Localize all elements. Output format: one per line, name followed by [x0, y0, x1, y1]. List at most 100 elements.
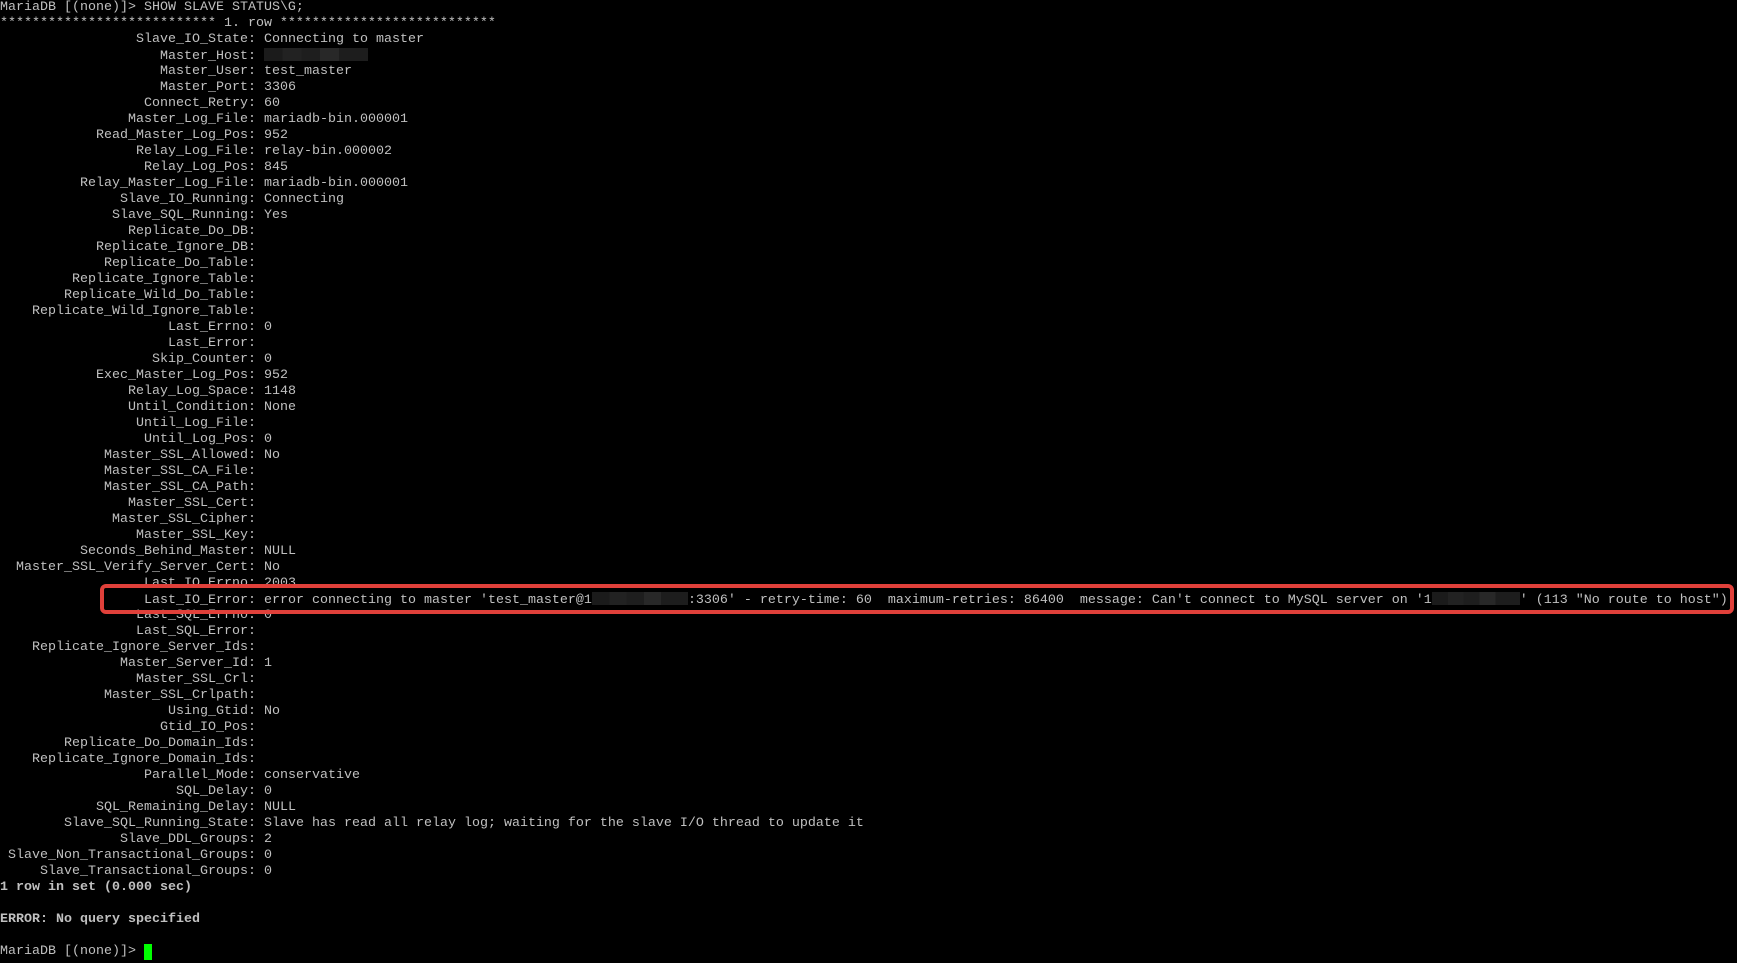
- status-field-row: Exec_Master_Log_Pos: 952: [0, 368, 1737, 384]
- status-field-row: Master_SSL_Key:: [0, 528, 1737, 544]
- field-label: Using_Gtid:: [168, 704, 256, 719]
- field-label: Exec_Master_Log_Pos:: [96, 368, 256, 383]
- status-field-row: Replicate_Ignore_Table:: [0, 272, 1737, 288]
- status-field-row: Skip_Counter: 0: [0, 352, 1737, 368]
- status-field-row: Master_Port: 3306: [0, 80, 1737, 96]
- status-field-row: Gtid_IO_Pos:: [0, 720, 1737, 736]
- status-field-row: Relay_Log_File: relay-bin.000002: [0, 144, 1737, 160]
- terminal-window[interactable]: MariaDB [(none)]> SHOW SLAVE STATUS\G; *…: [0, 0, 1737, 963]
- field-label: Master_SSL_Allowed:: [104, 448, 256, 463]
- field-value: No: [264, 560, 280, 575]
- status-field-row: Master_SSL_Cert:: [0, 496, 1737, 512]
- field-value: test_master: [264, 64, 352, 79]
- input-prompt-line[interactable]: MariaDB [(none)]>: [0, 944, 1737, 960]
- status-field-row: Replicate_Do_Table:: [0, 256, 1737, 272]
- field-value: 0: [264, 320, 272, 335]
- status-field-row: Master_Server_Id: 1: [0, 656, 1737, 672]
- command-text: SHOW SLAVE STATUS\G;: [143, 0, 304, 15]
- field-label: Last_Errno:: [168, 320, 256, 335]
- status-field-row: Last_IO_Errno: 2003: [0, 576, 1737, 592]
- status-field-row: Parallel_Mode: conservative: [0, 768, 1737, 784]
- field-label: Last_Error:: [168, 336, 256, 351]
- field-label: Replicate_Ignore_DB:: [96, 240, 256, 255]
- field-label: Replicate_Ignore_Server_Ids:: [32, 640, 256, 655]
- command-line: MariaDB [(none)]> SHOW SLAVE STATUS\G;: [0, 0, 1737, 16]
- field-label: Slave_SQL_Running:: [112, 208, 256, 223]
- status-field-row: Master_SSL_CA_File:: [0, 464, 1737, 480]
- status-field-row: Replicate_Ignore_Server_Ids:: [0, 640, 1737, 656]
- field-value: Connecting: [264, 192, 344, 207]
- field-label: Skip_Counter:: [152, 352, 256, 367]
- field-label: Slave_IO_Running:: [120, 192, 256, 207]
- status-field-row: Master_SSL_Crl:: [0, 672, 1737, 688]
- field-label: Master_Port:: [160, 80, 256, 95]
- field-value: NULL: [264, 800, 296, 815]
- field-value: 60: [264, 96, 280, 111]
- status-field-row: Replicate_Ignore_DB:: [0, 240, 1737, 256]
- prompt: MariaDB [(none)]>: [0, 0, 144, 15]
- field-label: Slave_IO_State:: [136, 32, 256, 47]
- field-label: Last_SQL_Errno:: [136, 608, 256, 623]
- field-label: Relay_Log_File:: [136, 144, 256, 159]
- field-label: Until_Condition:: [128, 400, 256, 415]
- field-label: Replicate_Wild_Do_Table:: [64, 288, 256, 303]
- field-label: Master_User:: [160, 64, 256, 79]
- field-value: conservative: [264, 768, 360, 783]
- status-field-row: Slave_Non_Transactional_Groups: 0: [0, 848, 1737, 864]
- status-field-row: Slave_SQL_Running: Yes: [0, 208, 1737, 224]
- field-value: mariadb-bin.000001: [264, 112, 408, 127]
- field-label: Slave_SQL_Running_State:: [64, 816, 256, 831]
- field-value: 0: [264, 352, 272, 367]
- field-label: Parallel_Mode:: [144, 768, 256, 783]
- field-last-io-error: Last_IO_Error: error connecting to maste…: [0, 592, 1737, 608]
- status-field-row: Last_Errno: 0: [0, 320, 1737, 336]
- status-field-row: Until_Log_Pos: 0: [0, 432, 1737, 448]
- field-value: 2003: [264, 576, 296, 591]
- redacted-ip-block: [591, 592, 688, 605]
- field-value: 1: [264, 656, 272, 671]
- status-field-row: Slave_SQL_Running_State: Slave has read …: [0, 816, 1737, 832]
- field-label: Relay_Log_Space:: [128, 384, 256, 399]
- field-label: Master_Log_File:: [128, 112, 256, 127]
- field-value: 0: [264, 864, 272, 879]
- field-label: Master_Host:: [160, 49, 256, 64]
- result-summary: 1 row in set (0.000 sec): [0, 880, 192, 895]
- status-field-row: Connect_Retry: 60: [0, 96, 1737, 112]
- status-field-row: Replicate_Wild_Do_Table:: [0, 288, 1737, 304]
- field-label: Replicate_Do_Table:: [104, 256, 256, 271]
- field-value: None: [264, 400, 296, 415]
- field-value: Yes: [264, 208, 288, 223]
- status-field-row: Read_Master_Log_Pos: 952: [0, 128, 1737, 144]
- status-field-row: Relay_Log_Pos: 845: [0, 160, 1737, 176]
- status-field-row: SQL_Remaining_Delay: NULL: [0, 800, 1737, 816]
- field-value: 0: [264, 608, 272, 623]
- field-value: relay-bin.000002: [264, 144, 392, 159]
- field-label: Master_SSL_Crlpath:: [104, 688, 256, 703]
- status-field-row: Last_SQL_Errno: 0: [0, 608, 1737, 624]
- field-value: 845: [264, 160, 288, 175]
- status-field-row: Slave_DDL_Groups: 2: [0, 832, 1737, 848]
- field-label: Slave_DDL_Groups:: [120, 832, 256, 847]
- error-text-part1: error connecting to master 'test_master@…: [264, 593, 592, 608]
- field-label: Last_SQL_Error:: [136, 624, 256, 639]
- field-value: 0: [264, 432, 272, 447]
- status-field-row: Last_Error:: [0, 336, 1737, 352]
- status-field-row: Relay_Log_Space: 1148: [0, 384, 1737, 400]
- field-label: Gtid_IO_Pos:: [160, 720, 256, 735]
- status-field-row: Last_SQL_Error:: [0, 624, 1737, 640]
- status-field-row: Until_Condition: None: [0, 400, 1737, 416]
- status-fields-continued: Last_SQL_Errno: 0 Last_SQL_Error: Replica…: [0, 608, 1737, 880]
- field-value: Connecting to master: [264, 32, 424, 47]
- field-label: Connect_Retry:: [144, 96, 256, 111]
- row-header: *************************** 1. row *****…: [0, 16, 496, 31]
- status-field-row: Master_SSL_Cipher:: [0, 512, 1737, 528]
- field-value: No: [264, 704, 280, 719]
- field-value: Slave has read all relay log; waiting fo…: [264, 816, 864, 831]
- error-text-part3: ' (113 "No route to host"): [1519, 593, 1728, 608]
- status-field-row: Slave_IO_Running: Connecting: [0, 192, 1737, 208]
- field-value: 952: [264, 368, 288, 383]
- field-label: Replicate_Ignore_Table:: [72, 272, 256, 287]
- error-text-part2: :3306' - retry-time: 60 maximum-retries:…: [687, 593, 1432, 608]
- status-field-row: Replicate_Do_Domain_Ids:: [0, 736, 1737, 752]
